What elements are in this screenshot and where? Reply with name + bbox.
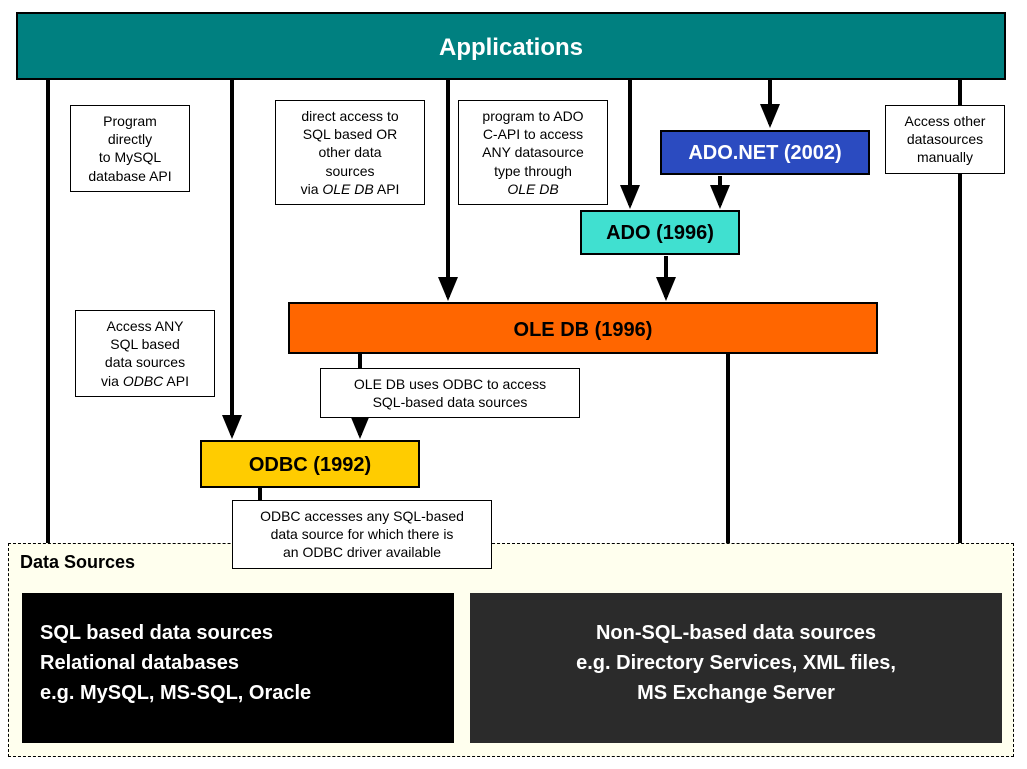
annotation-mysql-api: Program directly to MySQL database API — [70, 105, 190, 192]
annotation-oledb-direct: direct access to SQL based OR other data… — [275, 100, 425, 205]
sql-sources-box: SQL based data sources Relational databa… — [22, 593, 454, 743]
annotation-odbc-api: Access ANY SQL based data sources via OD… — [75, 310, 215, 397]
oledb-label: OLE DB (1996) — [514, 319, 653, 341]
nonsql-sources-box: Non-SQL-based data sources e.g. Director… — [470, 593, 1002, 743]
nonsql-line3: MS Exchange Server — [637, 682, 835, 704]
odbc-box: ODBC (1992) — [200, 440, 420, 488]
annotation-odbc-driver: ODBC accesses any SQL-based data source … — [232, 500, 492, 569]
sql-sources-line2: Relational databases — [40, 652, 239, 674]
oledb-box: OLE DB (1996) — [288, 302, 878, 354]
annotation-ado-capi: program to ADO C-API to access ANY datas… — [458, 100, 608, 205]
applications-label: Applications — [439, 34, 583, 61]
annotation-manual-access: Access other datasources manually — [885, 105, 1005, 174]
sql-sources-line3: e.g. MySQL, MS-SQL, Oracle — [40, 682, 311, 704]
annotation-oledb-uses-odbc: OLE DB uses ODBC to access SQL-based dat… — [320, 368, 580, 418]
adonet-label: ADO.NET (2002) — [688, 142, 841, 164]
applications-box: Applications — [16, 12, 1006, 80]
ado-box: ADO (1996) — [580, 210, 740, 255]
nonsql-line2: e.g. Directory Services, XML files, — [576, 652, 896, 674]
sql-sources-line1: SQL based data sources — [40, 622, 273, 644]
odbc-label: ODBC (1992) — [249, 454, 371, 476]
nonsql-line1: Non-SQL-based data sources — [596, 622, 876, 644]
diagram-container: Applications ADO.NET (2002) ADO (1996) O… — [0, 0, 1027, 769]
data-sources-label: Data Sources — [16, 550, 139, 575]
adonet-box: ADO.NET (2002) — [660, 130, 870, 175]
ado-label: ADO (1996) — [606, 222, 714, 244]
